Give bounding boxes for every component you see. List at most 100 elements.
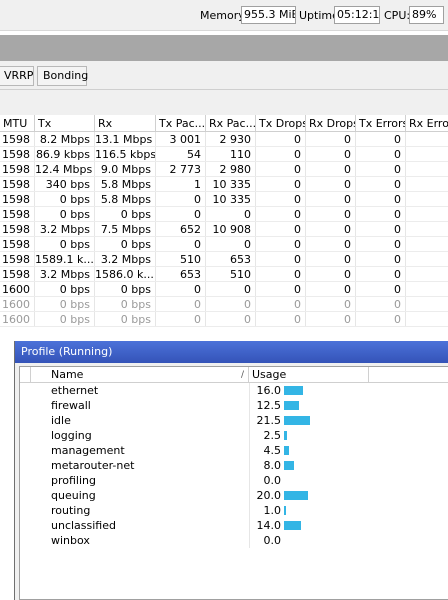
- interface-table: MTU Tx Rx Tx Pac... Rx Pac... Tx Drops R…: [0, 115, 448, 327]
- col-tx-packets[interactable]: Tx Pac...: [156, 115, 206, 131]
- cell-tx-drops: 0: [256, 267, 306, 281]
- tab-vrrp[interactable]: VRRP: [0, 66, 34, 86]
- table-row[interactable]: 1598 0 bps 0 bps 0 0 0 0 0: [0, 237, 448, 252]
- cell-rx-errors: [406, 192, 448, 206]
- cell-tx-drops: 0: [256, 177, 306, 191]
- cell-rx-errors: [406, 177, 448, 191]
- cell-tx-errors: 0: [356, 312, 406, 326]
- cell-tx-drops: 0: [256, 252, 306, 266]
- profile-name: routing: [51, 504, 91, 517]
- cell-mtu: 1600: [0, 297, 35, 311]
- table-row[interactable]: 1598 8.2 Mbps 13.1 Mbps 3 001 2 930 0 0 0: [0, 132, 448, 147]
- cell-tx-packets: 0: [156, 207, 206, 221]
- cell-tx-drops: 0: [256, 222, 306, 236]
- cell-tx-packets: 0: [156, 297, 206, 311]
- cell-rx: 7.5 Mbps: [95, 222, 156, 236]
- table-row[interactable]: 1598 1589.1 k... 3.2 Mbps 510 653 0 0 0: [0, 252, 448, 267]
- table-row[interactable]: 1598 0 bps 5.8 Mbps 0 10 335 0 0 0: [0, 192, 448, 207]
- table-row[interactable]: 1598 340 bps 5.8 Mbps 1 10 335 0 0 0: [0, 177, 448, 192]
- col-mtu[interactable]: MTU: [0, 115, 35, 131]
- profile-row[interactable]: logging 2.5: [20, 428, 448, 443]
- cell-rx: 0 bps: [95, 282, 156, 296]
- cell-tx-errors: 0: [356, 177, 406, 191]
- cell-rx-packets: 10 908: [206, 222, 256, 236]
- cell-rx-drops: 0: [306, 252, 356, 266]
- profile-table-header: Name ∕ Usage: [20, 367, 448, 383]
- cell-rx: 9.0 Mbps: [95, 162, 156, 176]
- cell-rx-errors: [406, 297, 448, 311]
- table-row[interactable]: 1598 0 bps 0 bps 0 0 0 0 0: [0, 207, 448, 222]
- cell-mtu: 1598: [0, 207, 35, 221]
- col-tx[interactable]: Tx: [35, 115, 95, 131]
- cell-tx: 0 bps: [35, 192, 95, 206]
- table-row[interactable]: 1600 0 bps 0 bps 0 0 0 0 0: [0, 297, 448, 312]
- profile-row[interactable]: queuing 20.0: [20, 488, 448, 503]
- profile-window-title[interactable]: Profile (Running): [15, 341, 448, 363]
- cell-tx: 0 bps: [35, 207, 95, 221]
- profile-name: firewall: [51, 399, 91, 412]
- col-usage[interactable]: Usage: [249, 367, 369, 382]
- cell-tx-errors: 0: [356, 282, 406, 296]
- profile-row[interactable]: routing 1.0: [20, 503, 448, 518]
- cell-tx-errors: 0: [356, 252, 406, 266]
- cell-rx: 116.5 kbps: [95, 147, 156, 161]
- cell-rx-drops: 0: [306, 162, 356, 176]
- col-name[interactable]: Name ∕: [31, 367, 249, 382]
- col-name-label: Name: [51, 368, 84, 381]
- cell-rx-drops: 0: [306, 282, 356, 296]
- cell-rx-errors: [406, 252, 448, 266]
- cell-rx-packets: 110: [206, 147, 256, 161]
- col-rx[interactable]: Rx: [95, 115, 156, 131]
- table-row[interactable]: 1598 3.2 Mbps 1586.0 k... 653 510 0 0 0: [0, 267, 448, 282]
- cell-tx-errors: 0: [356, 267, 406, 281]
- profile-name: ethernet: [51, 384, 99, 397]
- profile-row[interactable]: profiling 0.0: [20, 473, 448, 488]
- cell-tx-errors: 0: [356, 237, 406, 251]
- col-tx-drops[interactable]: Tx Drops: [256, 115, 306, 131]
- cell-mtu: 1598: [0, 132, 35, 146]
- cell-rx: 5.8 Mbps: [95, 192, 156, 206]
- interface-window-titlebar[interactable]: [0, 35, 448, 61]
- row-indicator: [20, 518, 31, 533]
- row-indicator: [20, 473, 31, 488]
- profile-usage-value: 20.0: [256, 489, 282, 502]
- table-row[interactable]: 1598 12.4 Mbps 9.0 Mbps 2 773 2 980 0 0 0: [0, 162, 448, 177]
- col-rx-packets[interactable]: Rx Pac...: [206, 115, 256, 131]
- profile-row[interactable]: management 4.5: [20, 443, 448, 458]
- table-row[interactable]: 1598 3.2 Mbps 7.5 Mbps 652 10 908 0 0 0: [0, 222, 448, 237]
- profile-row[interactable]: ethernet 16.0: [20, 383, 448, 398]
- cell-tx-drops: 0: [256, 132, 306, 146]
- profile-usage-bar: [284, 431, 287, 440]
- row-indicator: [20, 443, 31, 458]
- profile-row[interactable]: firewall 12.5: [20, 398, 448, 413]
- cell-mtu: 1600: [0, 282, 35, 296]
- profile-usage-value: 0.0: [263, 534, 282, 547]
- profile-usage-bar: [284, 491, 308, 500]
- sort-icon: ∕: [240, 370, 244, 380]
- cell-mtu: 1598: [0, 222, 35, 236]
- table-header: MTU Tx Rx Tx Pac... Rx Pac... Tx Drops R…: [0, 115, 448, 132]
- profile-row[interactable]: winbox 0.0: [20, 533, 448, 548]
- profile-usage-bar: [284, 386, 303, 395]
- cell-rx-errors: [406, 162, 448, 176]
- cell-rx-packets: 2 930: [206, 132, 256, 146]
- cell-rx: 0 bps: [95, 312, 156, 326]
- table-row[interactable]: 1598 86.9 kbps 116.5 kbps 54 110 0 0 0: [0, 147, 448, 162]
- profile-row[interactable]: unclassified 14.0: [20, 518, 448, 533]
- col-rx-errors[interactable]: Rx Errors: [406, 115, 448, 131]
- col-rx-drops[interactable]: Rx Drops: [306, 115, 356, 131]
- profile-row[interactable]: metarouter-net 8.0: [20, 458, 448, 473]
- cell-tx-errors: 0: [356, 162, 406, 176]
- cell-rx-drops: 0: [306, 192, 356, 206]
- cpu-value: 89%: [409, 6, 444, 24]
- profile-name: logging: [51, 429, 92, 442]
- cell-rx-drops: 0: [306, 132, 356, 146]
- col-tx-errors[interactable]: Tx Errors: [356, 115, 406, 131]
- table-row[interactable]: 1600 0 bps 0 bps 0 0 0 0 0: [0, 282, 448, 297]
- profile-name: winbox: [51, 534, 90, 547]
- profile-usage-value: 1.0: [263, 504, 282, 517]
- cell-tx: 0 bps: [35, 297, 95, 311]
- table-row[interactable]: 1600 0 bps 0 bps 0 0 0 0 0: [0, 312, 448, 327]
- profile-row[interactable]: idle 21.5: [20, 413, 448, 428]
- tab-bonding[interactable]: Bonding: [37, 66, 88, 86]
